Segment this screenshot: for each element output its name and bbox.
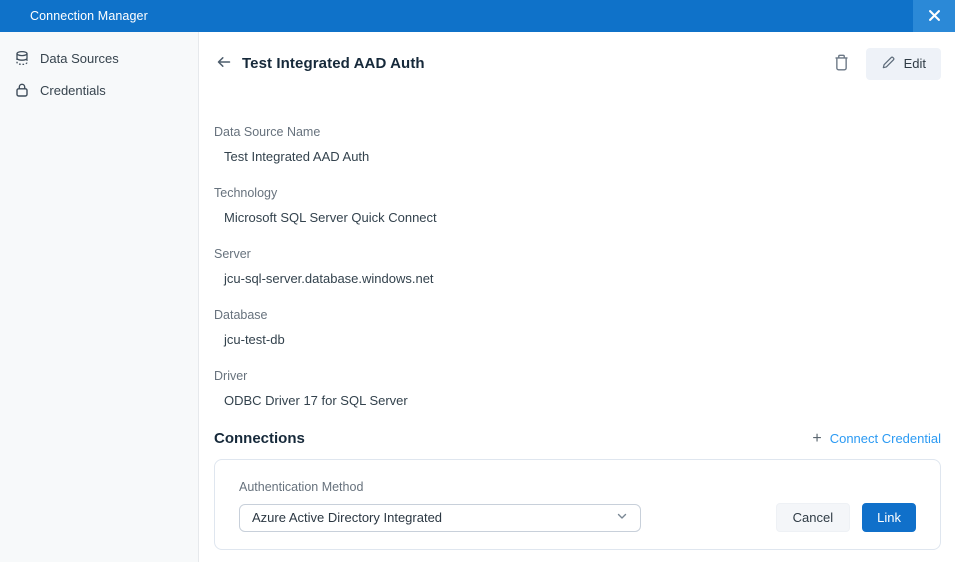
delete-button[interactable] <box>831 51 852 77</box>
field-label: Database <box>214 308 268 322</box>
cancel-button[interactable]: Cancel <box>775 503 851 532</box>
connections-header: Connections + Connect Credential <box>214 430 941 447</box>
field-value: jcu-sql-server.database.windows.net <box>224 271 434 286</box>
field-list: Data Source Name Test Integrated AAD Aut… <box>214 125 941 409</box>
auth-method-select[interactable]: Azure Active Directory Integrated <box>239 503 641 532</box>
connect-credential-link[interactable]: + Connect Credential <box>812 429 941 447</box>
field-value: jcu-test-db <box>224 332 285 347</box>
database-icon <box>14 50 30 66</box>
sidebar-item-label: Data Sources <box>40 50 119 66</box>
field-label: Data Source Name <box>214 125 321 139</box>
field-server: Server jcu-sql-server.database.windows.n… <box>214 247 941 287</box>
sidebar-item-credentials[interactable]: Credentials <box>0 74 198 106</box>
window-body: Data Sources Credentials Test Integrated… <box>0 32 955 562</box>
field-technology: Technology Microsoft SQL Server Quick Co… <box>214 186 941 226</box>
field-driver: Driver ODBC Driver 17 for SQL Server <box>214 369 941 409</box>
sidebar-item-data-sources[interactable]: Data Sources <box>0 42 198 74</box>
window-title: Connection Manager <box>30 9 148 23</box>
sidebar: Data Sources Credentials <box>0 32 199 562</box>
chevron-down-icon <box>616 510 628 525</box>
connections-title: Connections <box>214 430 305 447</box>
close-button[interactable] <box>913 0 955 32</box>
plus-icon: + <box>812 429 822 447</box>
back-button[interactable] <box>214 52 234 75</box>
sidebar-item-label: Credentials <box>40 82 106 98</box>
page-header: Test Integrated AAD Auth Edit <box>214 47 941 80</box>
pencil-icon <box>881 55 896 73</box>
edit-button[interactable]: Edit <box>865 47 941 80</box>
connect-credential-label: Connect Credential <box>829 431 941 446</box>
edit-button-label: Edit <box>903 56 926 71</box>
card-actions: Cancel Link <box>775 503 916 532</box>
auth-method-label: Authentication Method <box>239 480 364 494</box>
header-actions: Edit <box>831 47 941 80</box>
field-data-source-name: Data Source Name Test Integrated AAD Aut… <box>214 125 941 165</box>
connection-manager-window: Connection Manager Data Sources Credenti… <box>0 0 955 562</box>
card-row: Azure Active Directory Integrated Cancel… <box>239 503 916 532</box>
link-button[interactable]: Link <box>862 503 916 532</box>
main-panel: Test Integrated AAD Auth Edit Data Sourc… <box>199 32 955 562</box>
titlebar: Connection Manager <box>0 0 955 32</box>
back-arrow-icon <box>216 54 232 73</box>
page-title: Test Integrated AAD Auth <box>242 55 425 72</box>
field-value: ODBC Driver 17 for SQL Server <box>224 393 408 408</box>
lock-icon <box>14 82 30 98</box>
field-label: Server <box>214 247 251 261</box>
auth-method-selected-value: Azure Active Directory Integrated <box>252 510 443 525</box>
field-label: Driver <box>214 369 248 383</box>
field-value: Microsoft SQL Server Quick Connect <box>224 210 437 225</box>
close-icon <box>928 9 940 24</box>
connection-card: Authentication Method Azure Active Direc… <box>214 459 941 550</box>
field-value: Test Integrated AAD Auth <box>224 149 370 164</box>
field-database: Database jcu-test-db <box>214 308 941 348</box>
trash-icon <box>833 53 850 75</box>
field-label: Technology <box>214 186 278 200</box>
